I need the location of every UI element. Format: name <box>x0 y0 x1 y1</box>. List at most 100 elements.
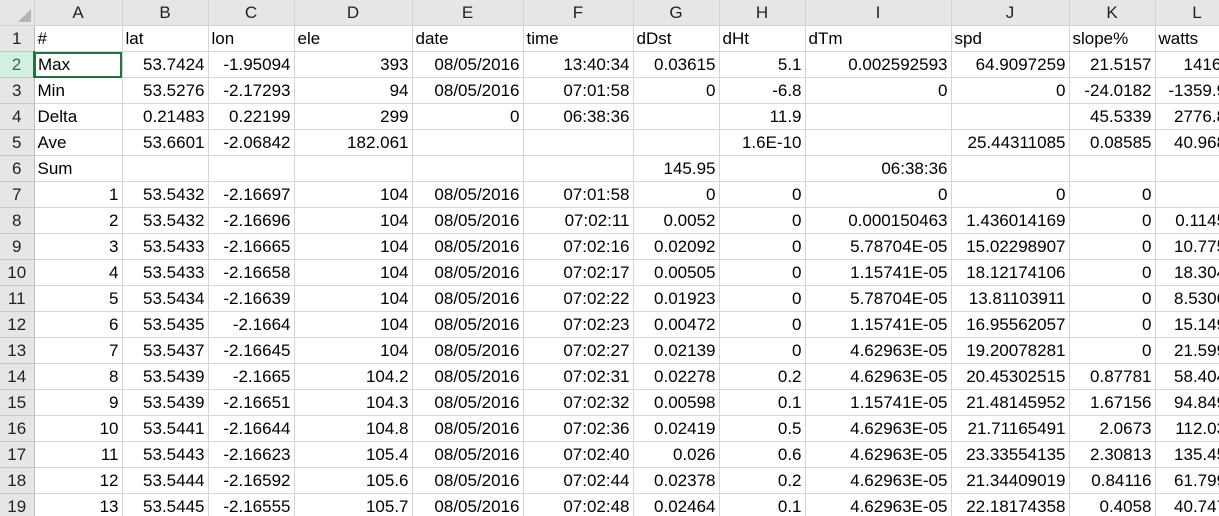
cell-B17[interactable]: 53.5443 <box>122 441 209 468</box>
cell-E14[interactable]: 08/05/2016 <box>412 363 524 390</box>
cell-B10[interactable]: 53.5433 <box>122 259 209 286</box>
cell-B3[interactable]: 53.5276 <box>122 77 209 104</box>
cell-E2[interactable]: 08/05/2016 <box>412 51 524 78</box>
cell-K9[interactable]: 0 <box>1069 233 1156 260</box>
cell-J12[interactable]: 16.95562057 <box>951 311 1070 338</box>
cell-L12[interactable]: 15.1496 <box>1155 311 1219 338</box>
cell-C18[interactable]: -2.16592 <box>208 467 295 494</box>
cell-C7[interactable]: -2.16697 <box>208 181 295 208</box>
row-header[interactable]: 15 <box>0 389 35 416</box>
cell-G1[interactable]: dDst <box>633 25 720 52</box>
cell-L1[interactable]: watts <box>1155 25 1219 52</box>
cell-D1[interactable]: ele <box>294 25 413 52</box>
cell-B9[interactable]: 53.5433 <box>122 233 209 260</box>
cell-J14[interactable]: 20.45302515 <box>951 363 1070 390</box>
cell-L9[interactable]: 10.7759 <box>1155 233 1219 260</box>
cell-I17[interactable]: 4.62963E-05 <box>805 441 952 468</box>
cell-J5[interactable]: 25.44311085 <box>951 129 1070 156</box>
cell-G11[interactable]: 0.01923 <box>633 285 720 312</box>
cell-E5[interactable] <box>412 129 524 156</box>
cell-F3[interactable]: 07:01:58 <box>523 77 634 104</box>
cell-F5[interactable] <box>523 129 634 156</box>
cell-I16[interactable]: 4.62963E-05 <box>805 415 952 442</box>
cell-A4[interactable]: Delta <box>34 103 123 130</box>
cell-J18[interactable]: 21.34409019 <box>951 467 1070 494</box>
cell-L14[interactable]: 58.4045 <box>1155 363 1219 390</box>
cell-K1[interactable]: slope% <box>1069 25 1156 52</box>
row-header[interactable]: 18 <box>0 467 35 494</box>
cell-A15[interactable]: 9 <box>34 389 123 416</box>
cell-D5[interactable]: 182.061 <box>294 129 413 156</box>
row-header[interactable]: 17 <box>0 441 35 468</box>
cell-K4[interactable]: 45.5339 <box>1069 103 1156 130</box>
cell-F17[interactable]: 07:02:40 <box>523 441 634 468</box>
cell-E11[interactable]: 08/05/2016 <box>412 285 524 312</box>
cell-A11[interactable]: 5 <box>34 285 123 312</box>
cell-G7[interactable]: 0 <box>633 181 720 208</box>
cell-F6[interactable] <box>523 155 634 182</box>
cell-G16[interactable]: 0.02419 <box>633 415 720 442</box>
cell-B15[interactable]: 53.5439 <box>122 389 209 416</box>
cell-K8[interactable]: 0 <box>1069 207 1156 234</box>
cell-K6[interactable] <box>1069 155 1156 182</box>
cell-F12[interactable]: 07:02:23 <box>523 311 634 338</box>
cell-D15[interactable]: 104.3 <box>294 389 413 416</box>
cell-K15[interactable]: 1.67156 <box>1069 389 1156 416</box>
cell-L11[interactable]: 8.53069 <box>1155 285 1219 312</box>
cell-H11[interactable]: 0 <box>719 285 806 312</box>
cell-G6[interactable]: 145.95 <box>633 155 720 182</box>
cell-G13[interactable]: 0.02139 <box>633 337 720 364</box>
cell-K18[interactable]: 0.84116 <box>1069 467 1156 494</box>
cell-B6[interactable] <box>122 155 209 182</box>
cell-F2[interactable]: 13:40:34 <box>523 51 634 78</box>
cell-G18[interactable]: 0.02378 <box>633 467 720 494</box>
cell-C8[interactable]: -2.16696 <box>208 207 295 234</box>
column-header-F[interactable]: F <box>523 0 634 26</box>
column-header-G[interactable]: G <box>633 0 720 26</box>
row-header[interactable]: 6 <box>0 155 35 182</box>
cell-C9[interactable]: -2.16665 <box>208 233 295 260</box>
cell-C17[interactable]: -2.16623 <box>208 441 295 468</box>
cell-A19[interactable]: 13 <box>34 493 123 516</box>
cell-I11[interactable]: 5.78704E-05 <box>805 285 952 312</box>
column-header-B[interactable]: B <box>122 0 209 26</box>
cell-K19[interactable]: 0.4058 <box>1069 493 1156 516</box>
cell-K12[interactable]: 0 <box>1069 311 1156 338</box>
cell-L16[interactable]: 112.035 <box>1155 415 1219 442</box>
column-header-D[interactable]: D <box>294 0 413 26</box>
cell-J3[interactable]: 0 <box>951 77 1070 104</box>
cell-C3[interactable]: -2.17293 <box>208 77 295 104</box>
cell-H3[interactable]: -6.8 <box>719 77 806 104</box>
cell-H1[interactable]: dHt <box>719 25 806 52</box>
cell-H4[interactable]: 11.9 <box>719 103 806 130</box>
cell-H18[interactable]: 0.2 <box>719 467 806 494</box>
cell-A16[interactable]: 10 <box>34 415 123 442</box>
cell-I10[interactable]: 1.15741E-05 <box>805 259 952 286</box>
cell-C10[interactable]: -2.16658 <box>208 259 295 286</box>
cell-K5[interactable]: 0.08585 <box>1069 129 1156 156</box>
cell-I7[interactable]: 0 <box>805 181 952 208</box>
cell-C4[interactable]: 0.22199 <box>208 103 295 130</box>
cell-H16[interactable]: 0.5 <box>719 415 806 442</box>
cell-L4[interactable]: 2776.86 <box>1155 103 1219 130</box>
cell-H7[interactable]: 0 <box>719 181 806 208</box>
cell-F11[interactable]: 07:02:22 <box>523 285 634 312</box>
cell-C2[interactable]: -1.95094 <box>208 51 295 78</box>
cell-L10[interactable]: 18.3047 <box>1155 259 1219 286</box>
cell-G4[interactable] <box>633 103 720 130</box>
cell-G2[interactable]: 0.03615 <box>633 51 720 78</box>
cell-H9[interactable]: 0 <box>719 233 806 260</box>
column-header-J[interactable]: J <box>951 0 1070 26</box>
row-header[interactable]: 16 <box>0 415 35 442</box>
cell-J15[interactable]: 21.48145952 <box>951 389 1070 416</box>
cell-G19[interactable]: 0.02464 <box>633 493 720 516</box>
cell-H13[interactable]: 0 <box>719 337 806 364</box>
row-header[interactable]: 14 <box>0 363 35 390</box>
cell-I18[interactable]: 4.62963E-05 <box>805 467 952 494</box>
cell-F8[interactable]: 07:02:11 <box>523 207 634 234</box>
cell-I14[interactable]: 4.62963E-05 <box>805 363 952 390</box>
cell-D12[interactable]: 104 <box>294 311 413 338</box>
cell-I4[interactable] <box>805 103 952 130</box>
cell-D19[interactable]: 105.7 <box>294 493 413 516</box>
row-header[interactable]: 9 <box>0 233 35 260</box>
